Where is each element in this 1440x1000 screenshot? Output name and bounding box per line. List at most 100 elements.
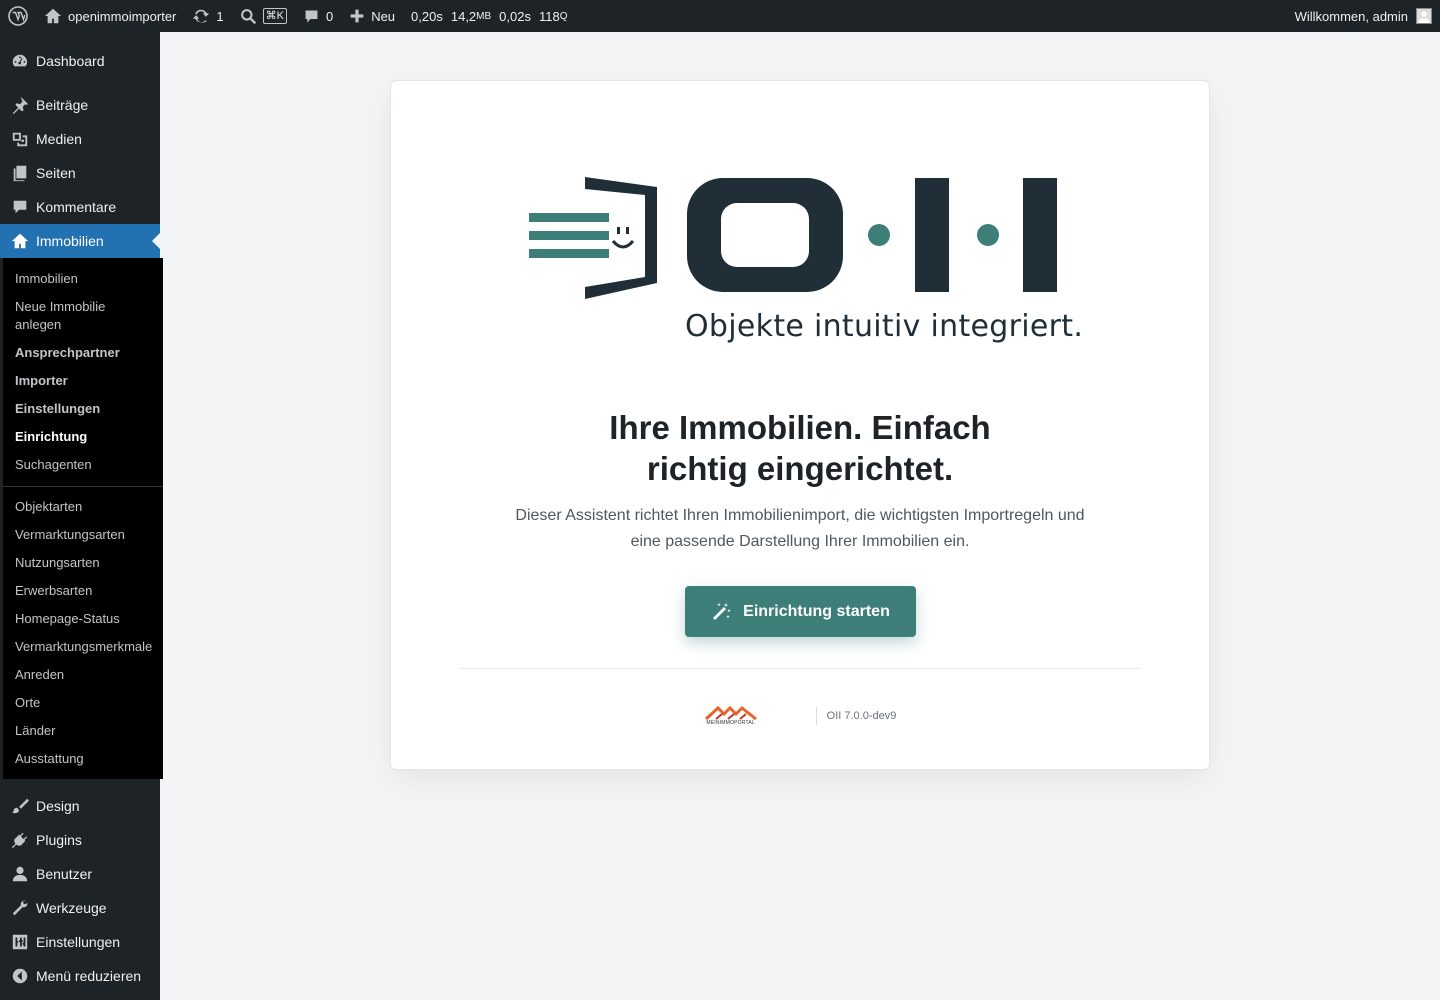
oii-logo xyxy=(529,177,1057,299)
start-setup-button-label: Einrichtung starten xyxy=(743,602,890,620)
submenu-item-homepage-status[interactable]: Homepage-Status xyxy=(3,605,163,633)
collapse-icon xyxy=(12,968,28,984)
card-footer: MEINIMMOPORTAL OII 7.0.0-dev9 xyxy=(391,706,1209,726)
updates-count: 1 xyxy=(216,8,224,24)
pages-icon xyxy=(13,165,27,182)
pin-icon xyxy=(12,96,29,114)
setup-wizard-card: Objekte intuitiv integriert. Ihre Immobi… xyxy=(390,80,1210,770)
site-name: openimmoimporter xyxy=(68,8,177,24)
menu-dashboard-label: Dashboard xyxy=(36,53,105,69)
start-setup-button[interactable]: Einrichtung starten xyxy=(685,586,916,637)
menu-posts[interactable]: Beiträge xyxy=(0,88,160,122)
search-menu[interactable]: ⌘K xyxy=(232,0,295,32)
submenu-item-immobilien[interactable]: Immobilien xyxy=(3,265,163,293)
comments-menu[interactable]: 0 xyxy=(295,0,341,32)
greeting: Willkommen, admin xyxy=(1294,8,1408,24)
submenu-item-objektarten[interactable]: Objektarten xyxy=(3,493,163,521)
submenu-item-einrichtung[interactable]: Einrichtung xyxy=(3,423,163,451)
user-avatar-icon xyxy=(1418,11,1430,23)
submenu-item-ausstattung[interactable]: Ausstattung xyxy=(3,745,163,773)
stat-time: 0,20s xyxy=(411,8,443,24)
query-monitor-menu[interactable]: 0,20s 14,2 MB 0,02s 118 Q xyxy=(403,0,575,32)
new-content-menu[interactable]: Neu xyxy=(341,0,403,32)
wizard-description-line-1: Dieser Assistent richtet Ihren Immobilie… xyxy=(515,507,1085,524)
stat-queries: 118 xyxy=(538,8,560,24)
new-label: Neu xyxy=(371,8,396,24)
update-icon xyxy=(193,9,210,23)
menu-immobilien[interactable]: Immobilien xyxy=(0,224,160,258)
home-icon xyxy=(11,233,29,249)
submenu-item-neue-immobilie[interactable]: Neue Immobilie anlegen xyxy=(3,293,163,339)
user-icon xyxy=(12,866,28,882)
search-icon xyxy=(240,8,256,24)
submenu-item-suchagenten[interactable]: Suchagenten xyxy=(3,451,163,479)
updates-menu[interactable]: 1 xyxy=(184,0,231,32)
menu-comments-label: Kommentare xyxy=(36,199,117,215)
plugin-icon xyxy=(11,832,28,849)
menu-plugins-label: Plugins xyxy=(36,832,82,848)
menu-collapse[interactable]: Menü reduzieren xyxy=(0,959,160,993)
page-title-line-2: richtig eingerichtet. xyxy=(646,450,954,487)
roof-logo-icon xyxy=(704,706,757,720)
magic-wand-icon xyxy=(713,602,731,620)
admin-bar: openimmoimporter 1 ⌘K 0 Neu 0,20s 14,2 MB… xyxy=(0,0,1440,32)
page-title-line-1: Ihre Immobilien. Einfach xyxy=(609,409,991,446)
immobilien-submenu: Immobilien Neue Immobilie anlegen Anspre… xyxy=(0,258,163,779)
submenu-item-ansprechpartner[interactable]: Ansprechpartner xyxy=(3,339,163,367)
partner-logo[interactable]: MEINIMMOPORTAL xyxy=(704,706,758,726)
menu-design-label: Design xyxy=(36,798,80,814)
submenu-item-importer[interactable]: Importer xyxy=(3,367,163,395)
site-name-menu[interactable]: openimmoimporter xyxy=(36,0,184,32)
wizard-description-line-2: eine passende Darstellung Ihrer Immobili… xyxy=(630,533,970,550)
wordpress-logo-menu[interactable] xyxy=(0,0,36,32)
stat-queries-unit: Q xyxy=(559,10,568,22)
submenu-item-nutzungsarten[interactable]: Nutzungsarten xyxy=(3,549,163,577)
menu-settings-label: Einstellungen xyxy=(36,934,121,950)
submenu-item-laender[interactable]: Länder xyxy=(3,717,163,745)
menu-pages[interactable]: Seiten xyxy=(0,156,160,190)
comments-count: 0 xyxy=(325,8,334,24)
admin-sidebar: Dashboard Beiträge Medien Seiten Komment… xyxy=(0,32,163,1000)
stat-query-time: 0,02s xyxy=(499,8,531,24)
menu-immobilien-label: Immobilien xyxy=(36,233,104,249)
stat-memory-unit: MB xyxy=(476,10,492,22)
menu-users[interactable]: Benutzer xyxy=(0,857,160,891)
menu-collapse-label: Menü reduzieren xyxy=(36,968,142,984)
menu-tools[interactable]: Werkzeuge xyxy=(0,891,160,925)
menu-tools-label: Werkzeuge xyxy=(36,900,107,916)
wrench-icon xyxy=(12,900,28,916)
menu-plugins[interactable]: Plugins xyxy=(0,823,160,857)
page-title: Ihre Immobilien. Einfach richtig eingeri… xyxy=(391,407,1209,489)
footer-separator xyxy=(815,707,817,725)
wordpress-icon xyxy=(8,6,28,26)
home-icon xyxy=(44,8,62,24)
menu-dashboard[interactable]: Dashboard xyxy=(0,44,160,78)
settings-sliders-icon xyxy=(12,934,28,950)
comment-icon xyxy=(305,10,318,22)
avatar xyxy=(1416,8,1432,24)
submenu-item-einstellungen[interactable]: Einstellungen xyxy=(3,395,163,423)
menu-comments[interactable]: Kommentare xyxy=(0,190,160,224)
submenu-item-anreden[interactable]: Anreden xyxy=(3,661,163,689)
wizard-description: Dieser Assistent richtet Ihren Immobilie… xyxy=(391,503,1209,555)
comment-icon xyxy=(13,200,27,214)
submenu-item-orte[interactable]: Orte xyxy=(3,689,163,717)
card-divider xyxy=(461,668,1139,669)
submenu-divider xyxy=(3,486,163,487)
dashboard-icon xyxy=(12,54,28,67)
menu-posts-label: Beiträge xyxy=(36,97,89,113)
version-label: OII 7.0.0-dev9 xyxy=(826,710,897,722)
menu-settings[interactable]: Einstellungen xyxy=(0,925,160,959)
submenu-item-erwerbsarten[interactable]: Erwerbsarten xyxy=(3,577,163,605)
menu-media[interactable]: Medien xyxy=(0,122,160,156)
stat-memory: 14,2 xyxy=(450,8,477,24)
shortcut-badge: ⌘K xyxy=(262,8,287,24)
partner-logo-text: MEINIMMOPORTAL xyxy=(706,720,755,726)
my-account-menu[interactable]: Willkommen, admin xyxy=(1295,8,1440,24)
menu-pages-label: Seiten xyxy=(36,165,76,181)
plus-icon xyxy=(350,9,364,23)
submenu-item-vermarktungsarten[interactable]: Vermarktungsarten xyxy=(3,521,163,549)
submenu-item-vermarktungsmerkmale[interactable]: Vermarktungsmerkmale xyxy=(3,633,163,661)
menu-users-label: Benutzer xyxy=(36,866,93,882)
menu-design[interactable]: Design xyxy=(0,789,160,823)
